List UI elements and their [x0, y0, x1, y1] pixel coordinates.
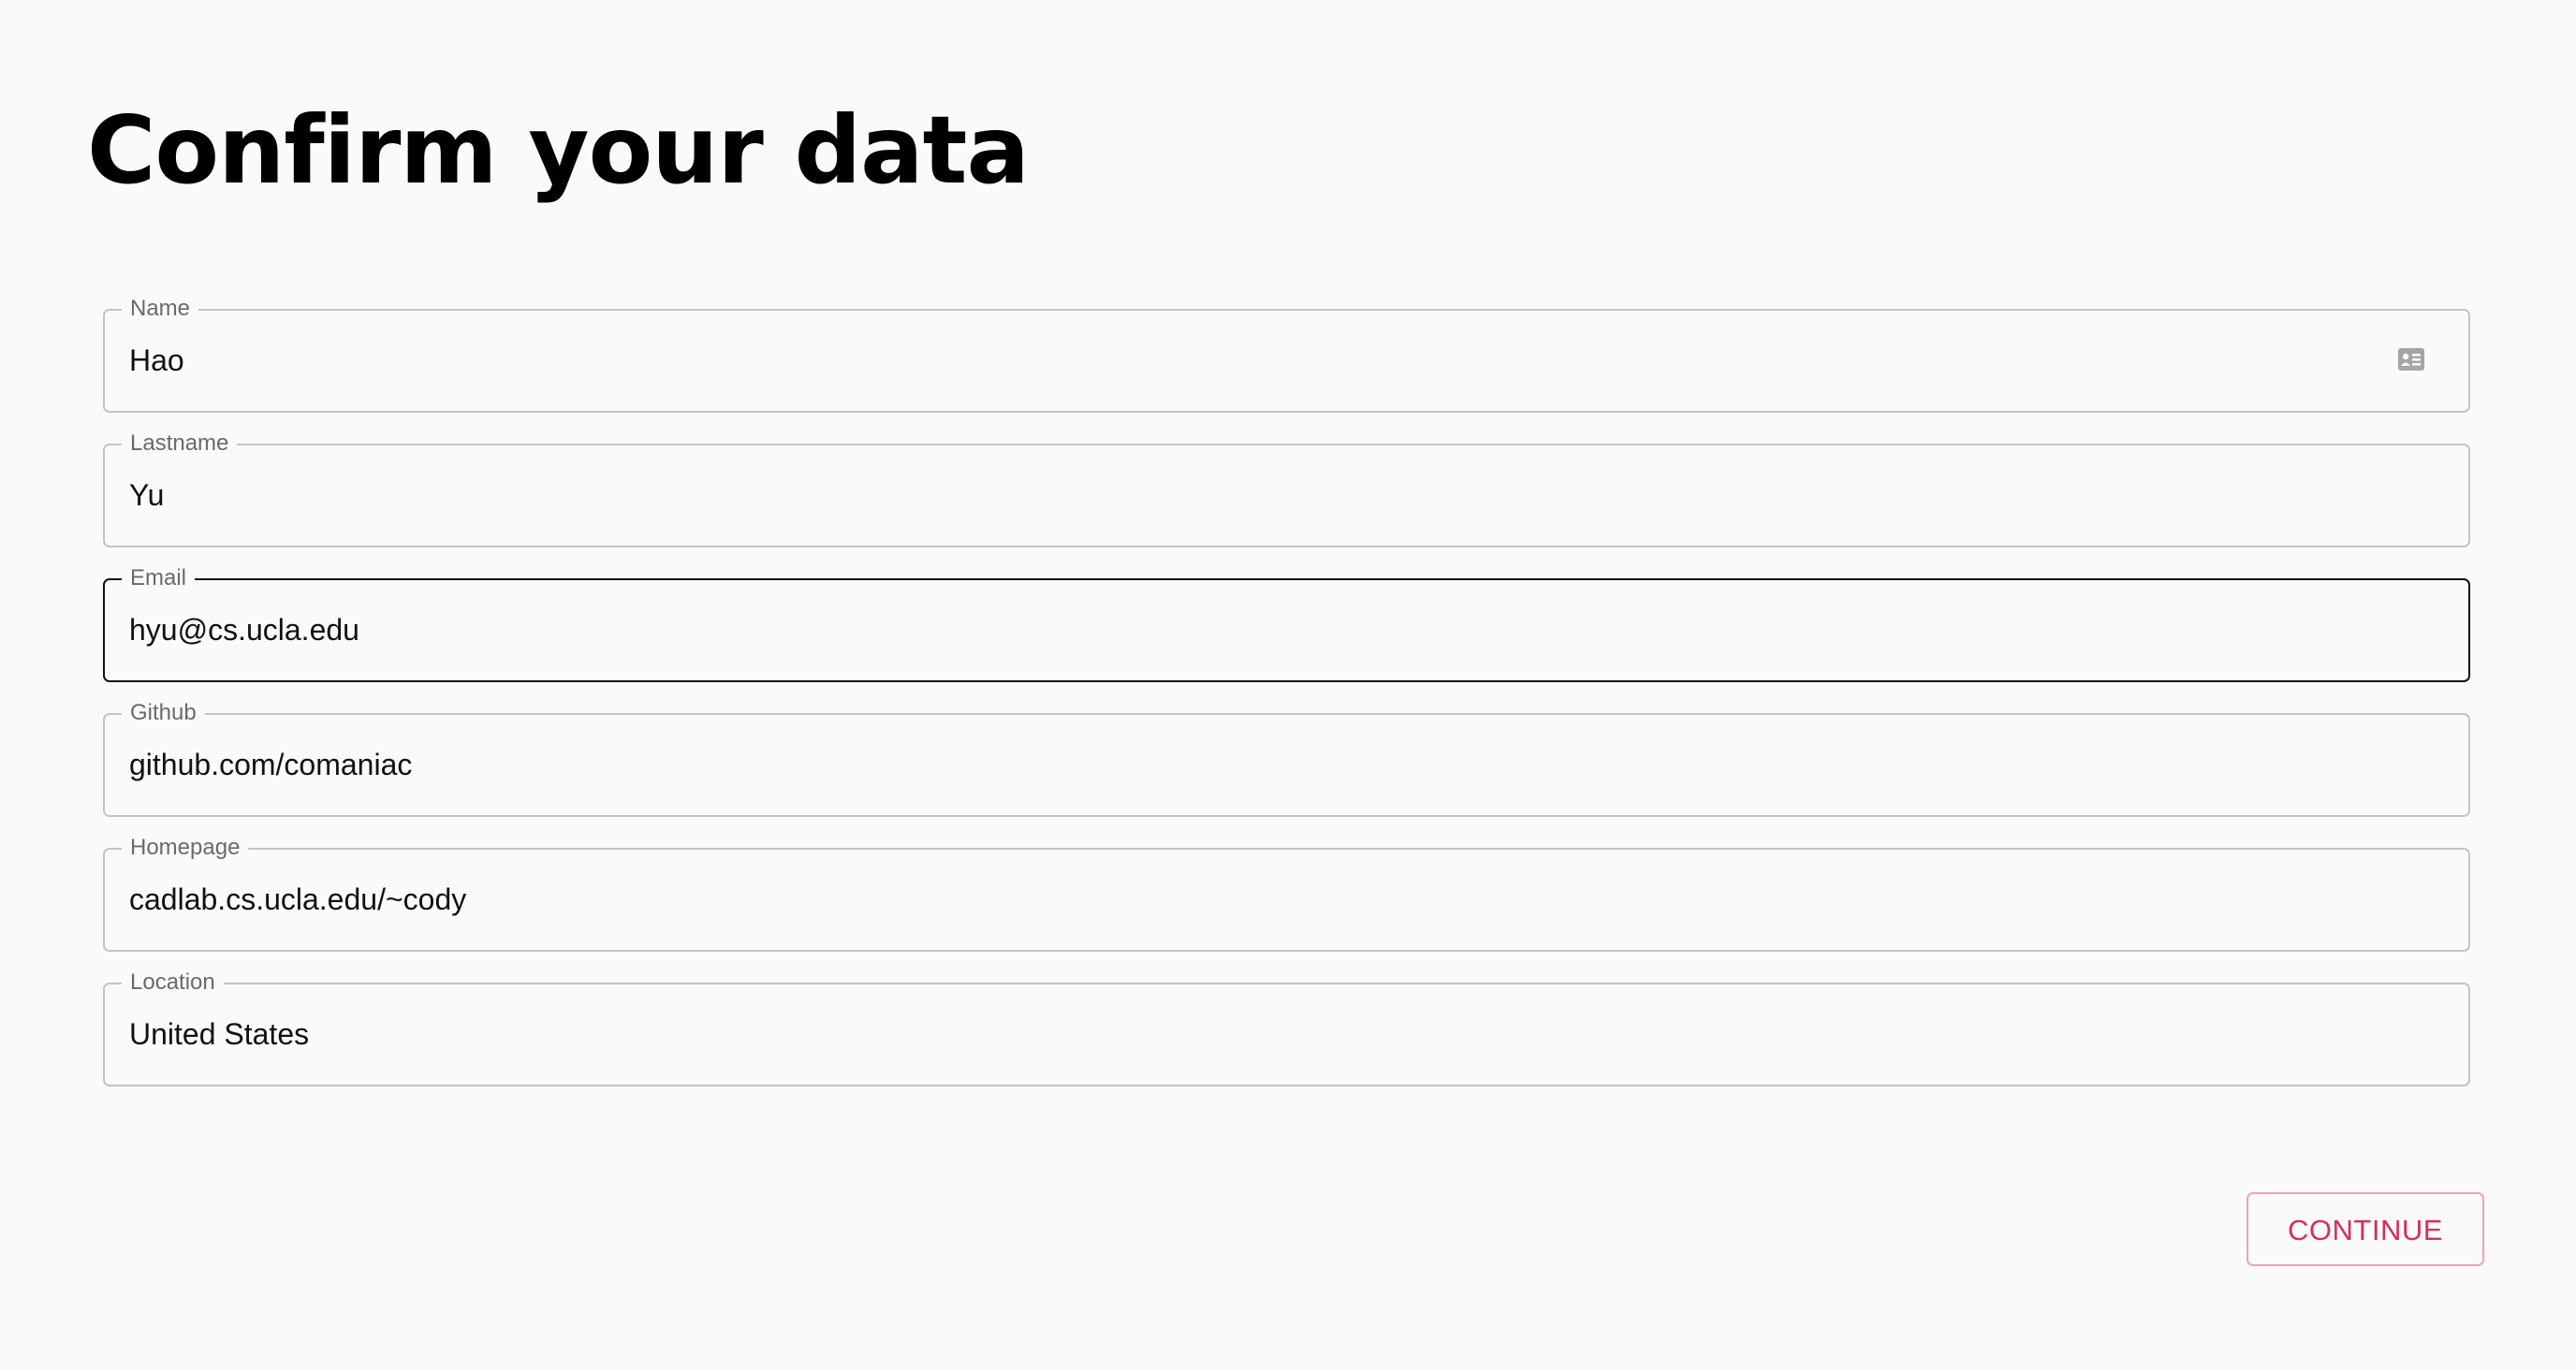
confirm-data-form: Name Lastname Email Github Homepage Loca…	[103, 296, 2470, 1117]
name-field[interactable]: Name	[103, 296, 2470, 413]
lastname-input[interactable]	[129, 445, 2376, 546]
github-field[interactable]: Github	[103, 700, 2470, 817]
location-input[interactable]	[129, 984, 2376, 1085]
email-input[interactable]	[129, 580, 2376, 680]
lastname-field[interactable]: Lastname	[103, 430, 2470, 547]
name-input[interactable]	[129, 311, 2376, 411]
location-field[interactable]: Location	[103, 969, 2470, 1086]
contact-card-icon[interactable]	[2397, 346, 2425, 372]
continue-button[interactable]: CONTINUE	[2247, 1192, 2484, 1266]
page-title: Confirm your data	[87, 95, 1030, 205]
github-input[interactable]	[129, 715, 2376, 815]
homepage-input[interactable]	[129, 850, 2376, 950]
homepage-field[interactable]: Homepage	[103, 835, 2470, 952]
email-field[interactable]: Email	[103, 565, 2470, 682]
